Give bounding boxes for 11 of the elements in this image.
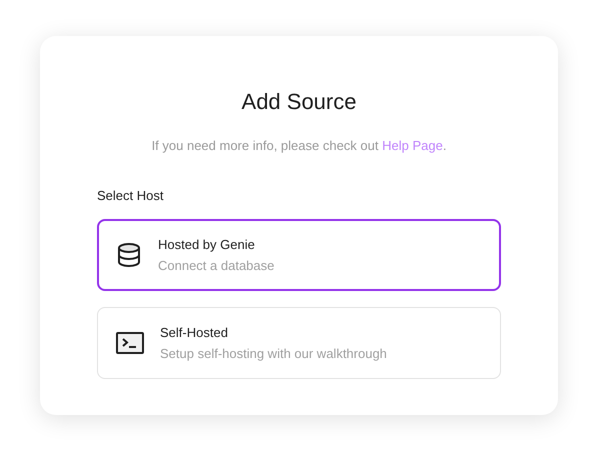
option-description: Connect a database (158, 257, 274, 275)
section-label: Select Host (97, 186, 164, 204)
option-title: Hosted by Genie (158, 236, 256, 254)
database-icon (116, 242, 142, 268)
dialog-title: Add Source (242, 88, 356, 116)
host-option[interactable]: Self-Hosted Setup self-hosting with our walkthrough (97, 307, 501, 379)
host-option[interactable]: Hosted by Genie Connect a database (97, 219, 501, 291)
terminal-icon (116, 331, 144, 355)
option-description: Setup self-hosting with our walkthrough (160, 345, 387, 363)
subtitle-text: If you need more info, please check out Help Page. (152, 137, 446, 155)
option-title: Self-Hosted (160, 324, 229, 342)
